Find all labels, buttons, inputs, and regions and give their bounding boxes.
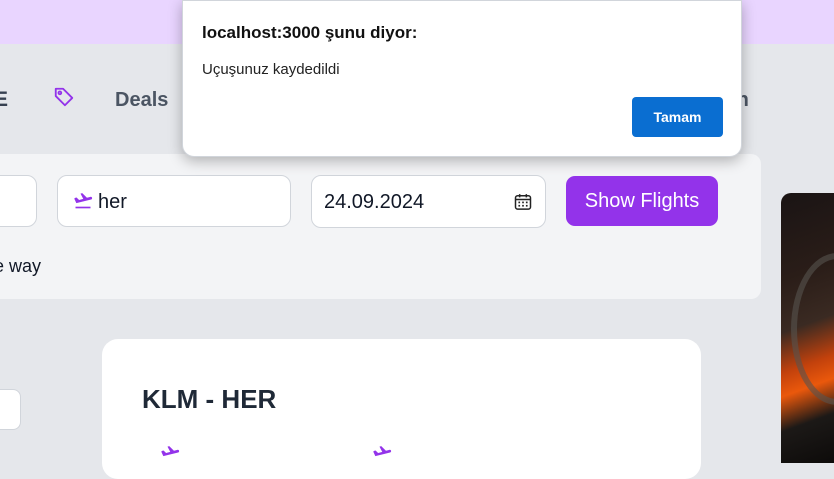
flight-card: KLM - HER	[102, 339, 701, 479]
promo-image	[781, 193, 834, 463]
to-field[interactable]	[57, 175, 291, 227]
date-field[interactable]	[311, 175, 546, 228]
dialog-ok-button[interactable]: Tamam	[632, 97, 723, 137]
nav-item-partial[interactable]: E	[0, 88, 8, 112]
alert-dialog: localhost:3000 şunu diyor: Uçuşunuz kayd…	[182, 0, 742, 157]
dialog-title: localhost:3000 şunu diyor:	[202, 23, 418, 42]
flight-card-title: KLM - HER	[142, 384, 277, 414]
from-field[interactable]	[0, 175, 37, 227]
trip-type-option[interactable]: e way	[0, 256, 41, 277]
plane-landing-icon	[74, 193, 93, 209]
dialog-message: Uçuşunuz kaydedildi	[202, 61, 340, 78]
date-input[interactable]	[324, 189, 504, 215]
calendar-icon[interactable]	[513, 192, 533, 212]
filter-field[interactable]	[0, 389, 21, 430]
to-input[interactable]	[98, 189, 278, 215]
plane-icon	[373, 446, 392, 457]
show-flights-button[interactable]: Show Flights	[566, 176, 718, 226]
nav-item-deals[interactable]: Deals	[115, 89, 168, 112]
tag-icon	[54, 87, 74, 107]
plane-icon	[161, 446, 180, 457]
